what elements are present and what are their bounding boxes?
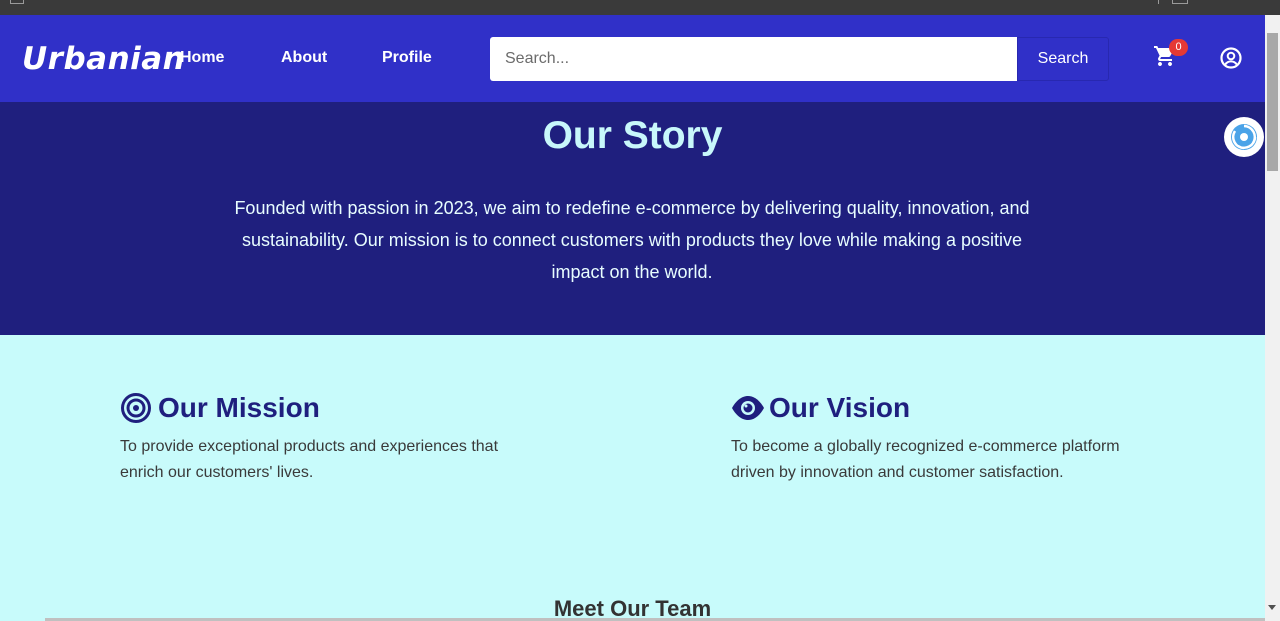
our-story-section: Our Story Founded with passion in 2023, … bbox=[0, 102, 1265, 335]
cart-count-badge: 0 bbox=[1169, 39, 1188, 56]
story-text: Founded with passion in 2023, we aim to … bbox=[234, 198, 1030, 282]
window-divider bbox=[1158, 0, 1159, 4]
user-circle-icon[interactable] bbox=[1219, 46, 1243, 70]
window-menu-icon[interactable] bbox=[10, 0, 24, 4]
mission-text: To provide exceptional products and expe… bbox=[120, 438, 499, 481]
bullseye-icon bbox=[120, 392, 152, 424]
scroll-down-arrow-icon[interactable] bbox=[1268, 605, 1276, 610]
story-title: Our Story bbox=[542, 114, 723, 157]
nav-link-profile[interactable]: Profile bbox=[382, 49, 432, 67]
vision-title: Our Vision bbox=[769, 392, 911, 423]
search-input[interactable] bbox=[490, 37, 1017, 81]
nav-link-about[interactable]: About bbox=[281, 49, 327, 67]
window-maximize-icon[interactable] bbox=[1172, 0, 1188, 4]
window-titlebar bbox=[0, 0, 1280, 15]
scrollbar-thumb[interactable] bbox=[1267, 33, 1278, 171]
nav-link-home[interactable]: Home bbox=[180, 49, 224, 67]
navbar: Urbanian Home About Profile Search 0 bbox=[0, 15, 1265, 102]
mission-title: Our Mission bbox=[158, 392, 320, 423]
mission-heading: Our Mission bbox=[120, 392, 320, 424]
vision-heading: Our Vision bbox=[731, 392, 910, 424]
assistant-swirl-icon[interactable] bbox=[1224, 117, 1264, 157]
search-button[interactable]: Search bbox=[1017, 37, 1109, 81]
brand-logo[interactable]: Urbanian bbox=[22, 41, 185, 77]
vision-text: To become a globally recognized e-commer… bbox=[731, 438, 1120, 481]
eye-icon bbox=[731, 392, 764, 424]
vertical-scrollbar[interactable] bbox=[1265, 15, 1280, 621]
